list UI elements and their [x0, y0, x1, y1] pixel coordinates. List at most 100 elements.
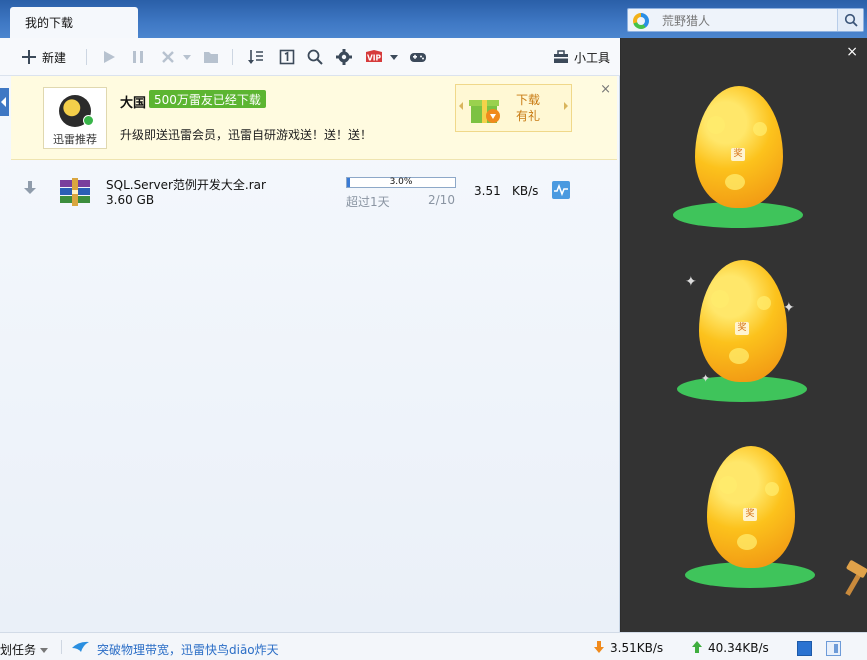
title-bar: 我的下载 — [0, 0, 867, 38]
egg-shell — [699, 260, 787, 382]
new-task-button[interactable]: 新建 — [22, 47, 66, 67]
sparkle-icon: ✦ — [783, 300, 795, 316]
search-button[interactable] — [837, 9, 863, 31]
promo-avatar[interactable]: 迅雷推荐 — [43, 87, 107, 149]
up-speed-value: 40.34KB/s — [708, 641, 769, 655]
check-badge-icon — [83, 115, 94, 126]
vip-menu-button[interactable] — [389, 47, 399, 67]
promo-avatar-label: 迅雷推荐 — [53, 133, 97, 146]
gear-icon — [336, 49, 352, 65]
panel-layout-button[interactable] — [826, 641, 841, 656]
arrow-down-icon — [594, 641, 604, 653]
toolbar-divider — [86, 49, 87, 65]
vip-icon: VIP — [366, 50, 382, 63]
delete-menu-button[interactable] — [182, 47, 192, 67]
download-gift-button[interactable]: 下载 有礼 — [455, 84, 572, 132]
total-upload-speed: 40.34KB/s — [692, 641, 769, 655]
xunlei-logo-icon — [633, 13, 649, 29]
new-task-label: 新建 — [42, 50, 67, 65]
one-icon — [279, 49, 295, 65]
ad-panel[interactable]: × 奖 奖 奖 ✦ ✦ ✦ — [621, 38, 867, 632]
gift-box-icon — [469, 100, 500, 123]
arrow-left-icon — [459, 102, 463, 110]
sort-icon — [248, 50, 263, 64]
delete-icon — [162, 51, 174, 63]
search-icon — [844, 13, 858, 27]
promo-title[interactable]: 大国 — [120, 92, 146, 111]
rar-file-icon — [60, 178, 90, 206]
search-icon — [307, 49, 323, 65]
search-input[interactable] — [662, 12, 832, 30]
gift-label: 下载 有礼 — [516, 92, 540, 124]
promo-banner[interactable]: 迅雷推荐 大国 500万雷友已经下载 升级即送迅雷会员，迅雷自研游戏送！送！送！… — [11, 76, 617, 160]
total-download-speed: 3.51KB/s — [594, 641, 663, 655]
status-bar: 划任务 突破物理带宽，迅雷快鸟diāo炸天 3.51KB/s 40.34KB/s — [0, 632, 867, 660]
status-divider — [61, 640, 62, 654]
file-size: 3.60 GB — [106, 193, 155, 207]
toolbar: 新建 VIP 小工具 — [0, 38, 620, 76]
search-box — [627, 8, 864, 32]
pause-icon — [133, 51, 143, 63]
egg-shell — [695, 86, 783, 208]
delete-button[interactable] — [159, 47, 177, 67]
toolbox-icon — [553, 50, 568, 63]
view-mode-button[interactable] — [797, 641, 812, 656]
open-folder-button[interactable] — [202, 47, 220, 67]
pulse-icon — [554, 183, 568, 197]
prize-tag: 奖 — [731, 148, 745, 161]
settings-button[interactable] — [335, 47, 353, 67]
sparkle-icon: ✦ — [685, 274, 697, 290]
prize-egg[interactable]: 奖 — [685, 446, 815, 596]
scheduled-tasks-label: 划任务 — [0, 643, 37, 657]
arrow-up-icon — [692, 641, 702, 653]
time-remaining: 超过1天 — [346, 195, 390, 209]
scheduled-tasks-button[interactable]: 划任务 — [0, 641, 49, 658]
vip-button[interactable]: VIP — [364, 47, 384, 67]
promo-close-button[interactable]: × — [600, 82, 611, 97]
sparkle-icon: ✦ — [701, 372, 711, 385]
download-row[interactable]: SQL.Server范例开发大全.rar 3.60 GB 3.0% 超过1天 2… — [11, 166, 617, 220]
find-button[interactable] — [306, 47, 324, 67]
tools-label: 小工具 — [573, 50, 610, 65]
promo-badge: 500万雷友已经下载 — [149, 90, 266, 108]
plus-icon — [22, 50, 36, 64]
prize-tag: 奖 — [735, 322, 749, 335]
ad-close-button[interactable]: × — [846, 44, 858, 60]
download-speed-unit: KB/s — [512, 184, 539, 198]
bird-icon — [72, 641, 89, 652]
gift-label-line2: 有礼 — [516, 109, 541, 123]
collapse-sidebar-button[interactable] — [0, 88, 9, 116]
game-button[interactable] — [408, 47, 428, 67]
progress-bar: 3.0% — [346, 177, 456, 188]
folder-icon — [204, 52, 218, 63]
pause-button[interactable] — [129, 47, 147, 67]
file-name: SQL.Server范例开发大全.rar — [106, 178, 266, 192]
play-icon — [104, 51, 115, 63]
sort-button[interactable] — [247, 47, 265, 67]
connection-count: 2/10 — [428, 193, 455, 207]
toolbar-divider — [232, 49, 233, 65]
gamepad-icon — [410, 53, 426, 62]
download-speed: 3.51 — [474, 184, 501, 198]
download-panel: 新建 VIP 小工具 迅雷推荐 大国 500万雷友已经下载 升级即送迅雷会员，迅… — [0, 38, 620, 632]
gift-label-line1: 下载 — [516, 93, 541, 107]
speed-chart-button[interactable] — [552, 181, 570, 199]
hammer-icon — [845, 560, 867, 596]
progress-text: 3.0% — [389, 177, 413, 187]
tab-my-downloads[interactable]: 我的下载 — [10, 7, 138, 38]
start-button[interactable] — [100, 47, 118, 67]
download-arrow-icon — [24, 181, 36, 194]
news-link[interactable]: 突破物理带宽，迅雷快鸟diāo炸天 — [97, 641, 279, 658]
tools-button[interactable]: 小工具 — [553, 47, 610, 67]
promo-description: 升级即送迅雷会员，迅雷自研游戏送！送！送！ — [120, 128, 373, 142]
prize-tag: 奖 — [743, 508, 757, 521]
down-speed-value: 3.51KB/s — [610, 641, 664, 655]
svg-text:VIP: VIP — [367, 54, 382, 63]
chevron-down-icon — [390, 55, 398, 60]
egg-shell — [707, 446, 795, 568]
single-task-button[interactable] — [278, 47, 296, 67]
prize-egg[interactable]: 奖 — [673, 86, 803, 236]
arrow-right-icon — [564, 102, 568, 110]
chevron-down-icon — [40, 648, 49, 653]
chevron-down-icon — [183, 55, 191, 60]
